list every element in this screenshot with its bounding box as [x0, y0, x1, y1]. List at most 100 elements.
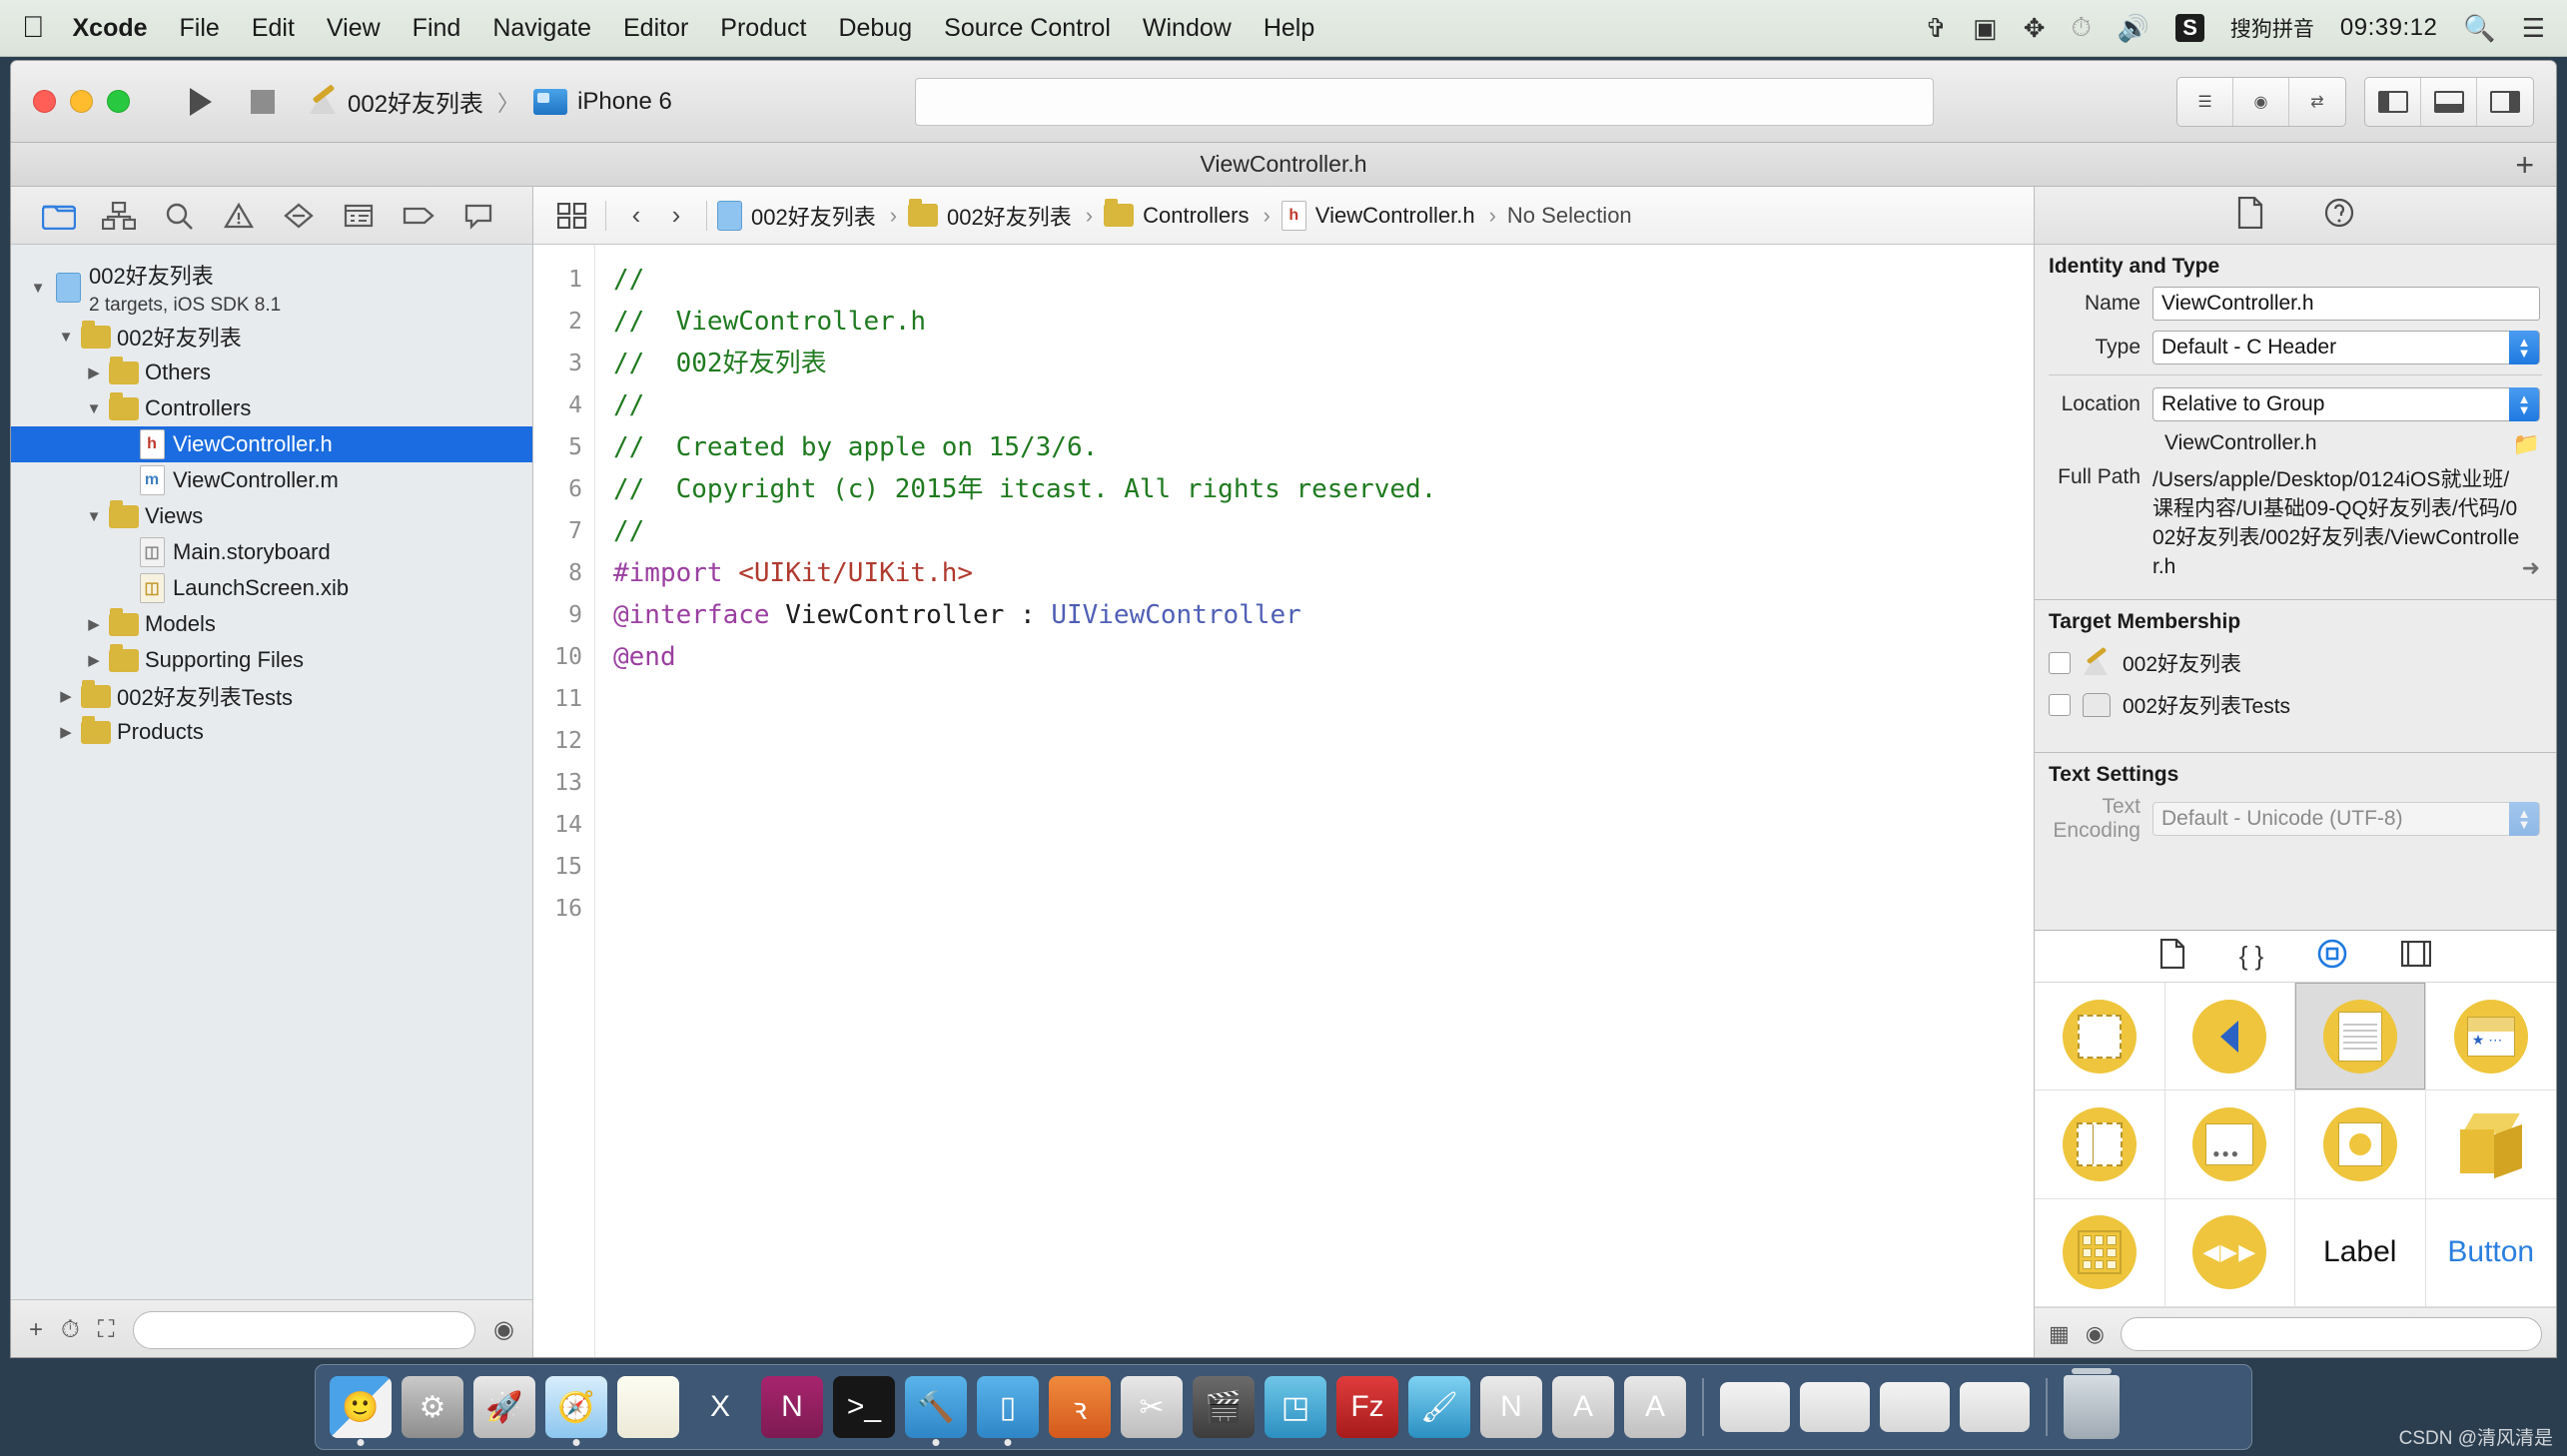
menu-item-window[interactable]: Window	[1143, 14, 1232, 43]
code-line[interactable]: //	[613, 259, 2034, 301]
minimize-button[interactable]	[70, 90, 93, 113]
library-item-button[interactable]: Button	[2425, 1199, 2556, 1307]
menu-item-editor[interactable]: Editor	[623, 14, 688, 43]
dock-item-terminal[interactable]: >_	[833, 1376, 895, 1438]
name-field[interactable]: ViewController.h	[2152, 287, 2540, 321]
tab-debug-navigator[interactable]	[329, 193, 389, 239]
navigator-row-8[interactable]: ◫ LaunchScreen.xib	[11, 570, 532, 606]
library-item-navigation-controller[interactable]	[2164, 983, 2295, 1092]
dock-item-evernote[interactable]: N	[1480, 1376, 1542, 1438]
menu-item-file[interactable]: File	[180, 14, 220, 43]
stop-button[interactable]	[232, 78, 294, 126]
disclosure-triangle[interactable]: ▼	[25, 280, 51, 297]
library-item-tab-bar-controller[interactable]: ★ ⋯	[2425, 983, 2556, 1092]
navigator-row-1[interactable]: ▼ 002好友列表	[11, 319, 532, 355]
reveal-in-finder-icon[interactable]: ➜	[2522, 555, 2540, 581]
scheme-selector[interactable]: 002好友列表 〉 iPhone 6	[308, 84, 672, 119]
library-item-label[interactable]: Label	[2295, 1198, 2426, 1307]
add-icon[interactable]: +	[29, 1316, 43, 1344]
dock-item-filezilla[interactable]: Fz	[1336, 1376, 1398, 1438]
library-item-split-view-controller[interactable]	[2035, 1091, 2165, 1199]
disclosure-triangle[interactable]: ▼	[81, 400, 107, 417]
menu-item-debug[interactable]: Debug	[838, 14, 912, 43]
code-line[interactable]: @end	[613, 636, 2034, 678]
disclosure-triangle[interactable]: ▶	[81, 364, 107, 381]
go-forward-button[interactable]: ›	[656, 200, 696, 231]
project-navigator-tree[interactable]: ▼ 002好友列表 2 targets, iOS SDK 8.1 ▼ 002好友列表 ▶ O…	[11, 245, 532, 1299]
breadcrumb-item-4[interactable]: No Selection	[1507, 203, 1632, 229]
library-item-table-view-controller[interactable]	[2295, 983, 2426, 1092]
dock-item-notes[interactable]	[617, 1376, 679, 1438]
bluetooth-icon[interactable]: ✞	[1925, 13, 1947, 44]
filter-icon[interactable]: ◉	[2086, 1321, 2105, 1347]
tab-object-library[interactable]	[2317, 939, 2347, 974]
menu-item-navigate[interactable]: Navigate	[492, 14, 591, 43]
library-item-avkit-player-controller[interactable]: ◀▶▶	[2164, 1198, 2295, 1307]
assistant-editor-button[interactable]: ◉	[2233, 77, 2289, 126]
dock-item-trash[interactable]	[2064, 1368, 2120, 1439]
version-editor-button[interactable]: ⇄	[2289, 78, 2345, 126]
code-line[interactable]: // Created by apple on 15/3/6.	[613, 426, 2034, 468]
dock-item-xcode[interactable]: 🔨	[905, 1376, 967, 1438]
go-back-button[interactable]: ‹	[616, 200, 656, 231]
code-line[interactable]: //	[613, 510, 2034, 552]
menu-item-source-control[interactable]: Source Control	[944, 14, 1111, 43]
code-line[interactable]: // 002好友列表	[613, 343, 2034, 384]
dock-item-safari[interactable]: 🧭	[545, 1376, 607, 1438]
menu-item-product[interactable]: Product	[720, 14, 806, 43]
navigator-filter-input[interactable]	[132, 1310, 476, 1349]
dock-item-reeder[interactable]: ꝛ	[1049, 1376, 1111, 1438]
tab-issue-navigator[interactable]	[209, 193, 269, 239]
tab-quick-help-inspector[interactable]	[2324, 198, 2354, 233]
text-encoding-select[interactable]: Default - Unicode (UTF-8) ▲ ▼	[2152, 802, 2540, 836]
disclosure-triangle[interactable]: ▶	[53, 687, 79, 705]
dock-item-recent-window-1[interactable]	[1720, 1382, 1790, 1432]
dock-item-finder[interactable]: 🙂	[330, 1376, 392, 1438]
tab-file-inspector[interactable]	[2236, 196, 2264, 234]
disclosure-triangle[interactable]: ▶	[81, 651, 107, 669]
menu-item-xcode[interactable]: Xcode	[73, 14, 148, 43]
airdrop-icon[interactable]: ✥	[2024, 13, 2046, 44]
ime-badge[interactable]: S	[2175, 14, 2204, 42]
library-item-glkit-view-controller[interactable]	[2295, 1091, 2426, 1199]
menu-item-find[interactable]: Find	[413, 14, 461, 43]
run-button[interactable]	[170, 78, 232, 126]
window-resize-grip[interactable]	[1282, 1349, 1307, 1357]
zoom-button[interactable]	[107, 90, 130, 113]
dock-item-onenote[interactable]: N	[761, 1376, 823, 1438]
dock-item-recent-window-3[interactable]	[1880, 1382, 1950, 1432]
tab-symbol-navigator[interactable]	[89, 193, 149, 239]
target-membership-row[interactable]: 002好友列表Tests	[2035, 684, 2556, 726]
standard-editor-button[interactable]: ☰	[2177, 77, 2233, 126]
navigator-row-0[interactable]: ▼ 002好友列表 2 targets, iOS SDK 8.1	[11, 257, 532, 319]
tab-breakpoint-navigator[interactable]	[389, 193, 448, 239]
tab-file-template-library[interactable]	[2159, 938, 2185, 974]
chevron-updown-icon[interactable]: ▲ ▼	[2509, 331, 2539, 364]
tab-project-navigator[interactable]	[29, 193, 89, 239]
menu-bar-clock[interactable]: 09:39:12	[2340, 14, 2437, 42]
library-item-page-view-controller[interactable]: ●●●	[2164, 1091, 2295, 1199]
grid-mode-icon[interactable]: ▦	[2049, 1321, 2070, 1347]
chevron-updown-icon[interactable]: ▲ ▼	[2509, 802, 2539, 836]
code-line[interactable]: // ViewController.h	[613, 301, 2034, 343]
dock-item-recent-window-2[interactable]	[1800, 1382, 1870, 1432]
disclosure-triangle[interactable]: ▶	[81, 615, 107, 633]
menu-item-help[interactable]: Help	[1264, 14, 1314, 43]
code-line[interactable]: // Copyright (c) 2015年 itcast. All right…	[613, 468, 2034, 510]
dock-item-xcode-alt[interactable]: A	[1624, 1376, 1686, 1438]
navigator-row-12[interactable]: ▶ Products	[11, 714, 532, 750]
dock-item-snipping-tool[interactable]: ✂	[1121, 1376, 1183, 1438]
add-tab-button[interactable]: +	[2515, 149, 2534, 181]
dock-item-xcode-beta[interactable]: A	[1552, 1376, 1614, 1438]
target-checkbox[interactable]	[2049, 694, 2071, 716]
toggle-utilities-button[interactable]	[2477, 78, 2533, 126]
tab-test-navigator[interactable]	[269, 193, 329, 239]
volume-icon[interactable]: 🔊	[2118, 13, 2149, 44]
timemachine-icon[interactable]: ⏱	[2072, 12, 2092, 44]
navigator-row-6[interactable]: ▼ Views	[11, 498, 532, 534]
dock-item-simulator[interactable]: ▯	[977, 1376, 1039, 1438]
apple-logo-icon[interactable]: 	[22, 13, 45, 43]
recent-icon[interactable]: ⏱	[61, 1316, 80, 1344]
menu-item-view[interactable]: View	[327, 14, 381, 43]
target-checkbox[interactable]	[2049, 652, 2071, 674]
